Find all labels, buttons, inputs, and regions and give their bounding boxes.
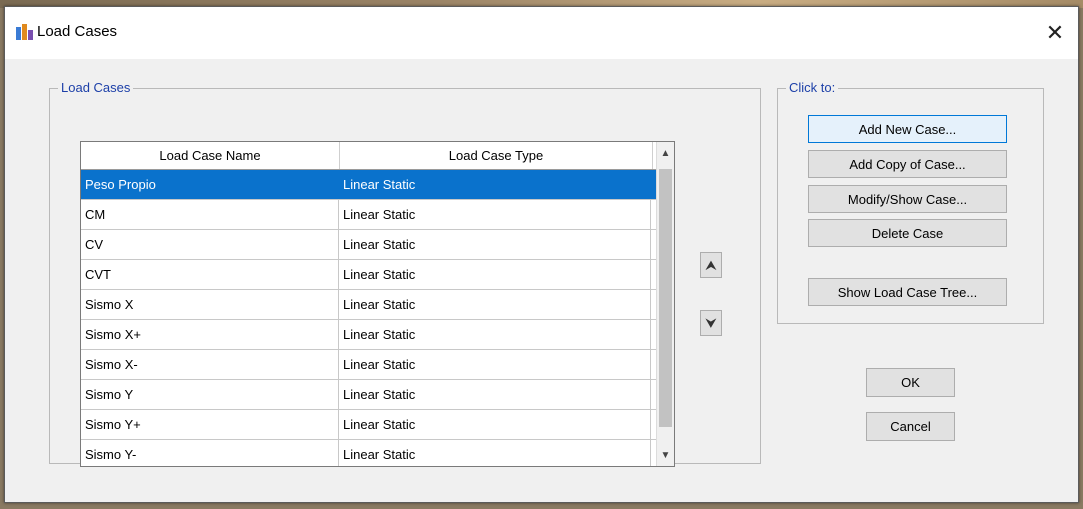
case-name-cell: Sismo X xyxy=(81,290,339,319)
case-name-cell: CV xyxy=(81,230,339,259)
close-icon: ✕ xyxy=(1045,20,1065,45)
double-chevron-down-icon: ⮟ xyxy=(705,315,717,330)
column-header-type[interactable]: Load Case Type xyxy=(340,142,653,169)
title-bar: Load Cases ✕ xyxy=(5,7,1078,59)
case-name-cell: Sismo X- xyxy=(81,350,339,379)
case-name-cell: CM xyxy=(81,200,339,229)
case-name-cell: Sismo X+ xyxy=(81,320,339,349)
load-cases-app-icon xyxy=(16,24,33,40)
load-cases-table[interactable]: Load Case Name Load Case Type Peso Propi… xyxy=(80,141,675,467)
scroll-thumb[interactable] xyxy=(659,169,672,427)
table-header: Load Case Name Load Case Type xyxy=(81,142,674,170)
case-type-cell: Linear Static xyxy=(339,380,651,409)
load-cases-group-label: Load Cases xyxy=(58,80,134,95)
add-new-case-button[interactable]: Add New Case... xyxy=(808,115,1007,143)
load-cases-dialog: Load Cases ✕ Load Cases Load Case Name L… xyxy=(4,6,1079,503)
case-type-cell: Linear Static xyxy=(339,200,651,229)
table-row[interactable]: Sismo Y+ Linear Static xyxy=(81,410,674,440)
scroll-down-arrow-icon[interactable]: ▼ xyxy=(657,446,674,464)
table-row[interactable]: Sismo Y Linear Static xyxy=(81,380,674,410)
case-name-cell: CVT xyxy=(81,260,339,289)
case-type-cell: Linear Static xyxy=(339,230,651,259)
click-to-group-label: Click to: xyxy=(786,80,839,95)
case-type-cell: Linear Static xyxy=(339,320,651,349)
table-row[interactable]: Sismo X Linear Static xyxy=(81,290,674,320)
double-chevron-up-icon: ⮝ xyxy=(705,257,717,272)
table-row[interactable]: Sismo X- Linear Static xyxy=(81,350,674,380)
case-name-cell: Sismo Y xyxy=(81,380,339,409)
table-row[interactable]: CV Linear Static xyxy=(81,230,674,260)
cancel-button[interactable]: Cancel xyxy=(866,412,955,441)
case-name-cell: Sismo Y+ xyxy=(81,410,339,439)
scroll-up-arrow-icon[interactable]: ▲ xyxy=(657,144,674,162)
move-up-button[interactable]: ⮝ xyxy=(700,252,722,278)
show-load-case-tree-button[interactable]: Show Load Case Tree... xyxy=(808,278,1007,306)
column-header-name[interactable]: Load Case Name xyxy=(81,142,340,169)
table-row[interactable]: CM Linear Static xyxy=(81,200,674,230)
click-to-group: Click to: Add New Case... Add Copy of Ca… xyxy=(777,80,1044,324)
table-vertical-scrollbar[interactable]: ▲ ▼ xyxy=(656,142,674,466)
delete-case-button[interactable]: Delete Case xyxy=(808,219,1007,247)
close-button[interactable]: ✕ xyxy=(1032,15,1078,51)
move-down-button[interactable]: ⮟ xyxy=(700,310,722,336)
dialog-client-area: Load Cases Load Case Name Load Case Type… xyxy=(13,65,1070,485)
table-row[interactable]: CVT Linear Static xyxy=(81,260,674,290)
case-type-cell: Linear Static xyxy=(339,350,651,379)
case-type-cell: Linear Static xyxy=(339,440,651,466)
add-copy-of-case-button[interactable]: Add Copy of Case... xyxy=(808,150,1007,178)
modify-show-case-button[interactable]: Modify/Show Case... xyxy=(808,185,1007,213)
ok-button[interactable]: OK xyxy=(866,368,955,397)
table-row[interactable]: Sismo Y- Linear Static xyxy=(81,440,674,466)
window-title: Load Cases xyxy=(37,23,118,40)
case-type-cell: Linear Static xyxy=(339,260,651,289)
case-name-cell: Sismo Y- xyxy=(81,440,339,466)
table-row[interactable]: Sismo X+ Linear Static xyxy=(81,320,674,350)
case-type-cell: Linear Static xyxy=(339,170,651,199)
load-cases-group: Load Cases Load Case Name Load Case Type… xyxy=(49,80,761,467)
case-type-cell: Linear Static xyxy=(339,290,651,319)
case-name-cell: Peso Propio xyxy=(81,170,339,199)
table-row[interactable]: Peso Propio Linear Static xyxy=(81,170,674,200)
case-type-cell: Linear Static xyxy=(339,410,651,439)
